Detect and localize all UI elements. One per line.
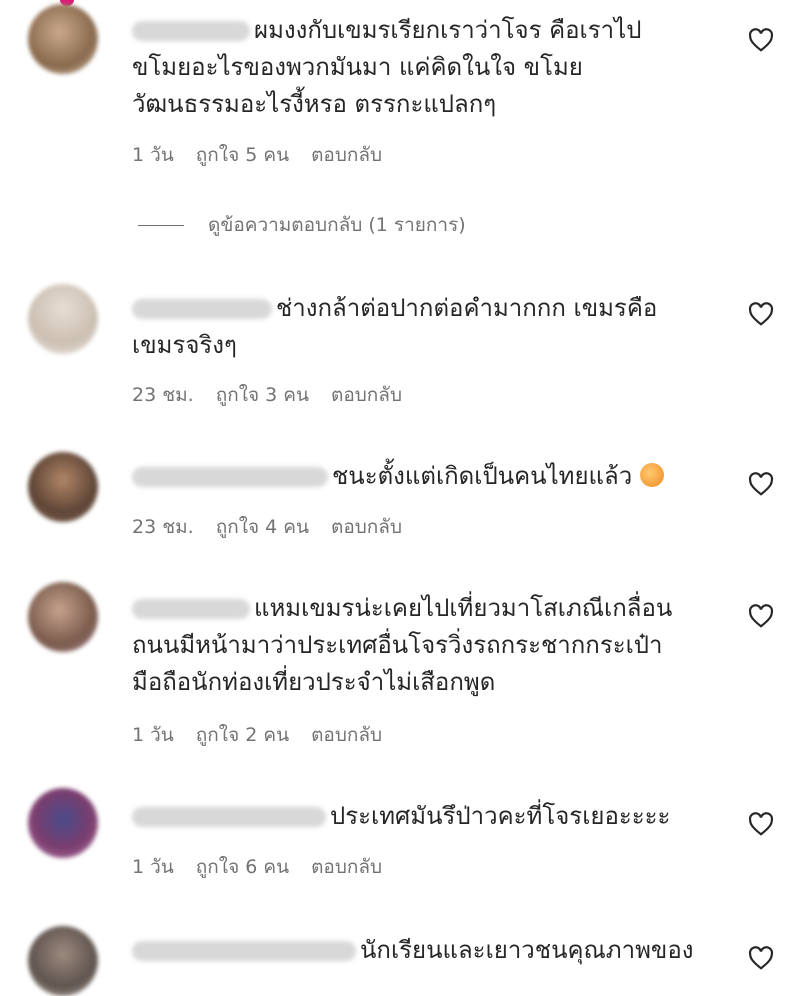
comment-likes[interactable]: ถูกใจ 2 คน bbox=[196, 720, 289, 750]
comment-meta: 1 วัน ถูกใจ 5 คน ตอบกลับ bbox=[132, 140, 382, 170]
comment-body: นักเรียนและเยาวชนคุณภาพของ bbox=[360, 936, 694, 964]
comment-text: ประเทศมันรึป่าวคะที่โจรเยอะะะะ bbox=[132, 798, 712, 835]
avatar[interactable] bbox=[28, 452, 98, 522]
heart-outline-icon[interactable] bbox=[748, 472, 774, 496]
reply-button[interactable]: ตอบกลับ bbox=[311, 852, 382, 882]
divider-line bbox=[138, 224, 184, 226]
comment-text: แหมเขมรน่ะเคยไปเที่ยวมาโสเภณีเกลื่อน ถนน… bbox=[132, 590, 712, 701]
comment-time: 1 วัน bbox=[132, 144, 174, 166]
avatar[interactable] bbox=[28, 582, 98, 652]
reply-button[interactable]: ตอบกลับ bbox=[331, 512, 402, 542]
comment-time: 23 ชม. bbox=[132, 384, 194, 406]
avatar[interactable] bbox=[28, 4, 98, 74]
comment-likes[interactable]: ถูกใจ 3 คน bbox=[216, 380, 309, 410]
comment-meta: 23 ชม. ถูกใจ 3 คน ตอบกลับ bbox=[132, 380, 402, 410]
reply-button[interactable]: ตอบกลับ bbox=[331, 380, 402, 410]
heart-outline-icon[interactable] bbox=[748, 302, 774, 326]
comment-text: นักเรียนและเยาวชนคุณภาพของ bbox=[132, 932, 712, 969]
heart-outline-icon[interactable] bbox=[748, 28, 774, 52]
avatar[interactable] bbox=[28, 788, 98, 858]
comment-likes[interactable]: ถูกใจ 6 คน bbox=[196, 852, 289, 882]
view-replies-button[interactable]: ดูข้อความตอบกลับ (1 รายการ) bbox=[138, 210, 466, 240]
comment-meta: 1 วัน ถูกใจ 6 คน ตอบกลับ bbox=[132, 852, 382, 882]
comment-meta: 1 วัน ถูกใจ 2 คน ตอบกลับ bbox=[132, 720, 382, 750]
comment-time: 23 ชม. bbox=[132, 516, 194, 538]
heart-outline-icon[interactable] bbox=[748, 946, 774, 970]
heart-outline-icon[interactable] bbox=[748, 812, 774, 836]
username-blurred[interactable] bbox=[132, 599, 250, 619]
comment-time: 1 วัน bbox=[132, 724, 174, 746]
username-blurred[interactable] bbox=[132, 299, 272, 319]
reply-button[interactable]: ตอบกลับ bbox=[311, 140, 382, 170]
comment-body: ประเทศมันรึป่าวคะที่โจรเยอะะะะ bbox=[330, 802, 671, 830]
comment-text: ช่างกล้าต่อปากต่อคำมากกก เขมรคือ เขมรจริ… bbox=[132, 290, 712, 364]
heart-outline-icon[interactable] bbox=[748, 604, 774, 628]
comment-likes[interactable]: ถูกใจ 5 คน bbox=[196, 140, 289, 170]
comment-body: ชนะตั้งแต่เกิดเป็นคนไทยแล้ว bbox=[332, 462, 633, 490]
username-blurred[interactable] bbox=[132, 467, 328, 487]
username-blurred[interactable] bbox=[132, 21, 250, 41]
comment-likes[interactable]: ถูกใจ 4 คน bbox=[216, 512, 309, 542]
comment-meta: 23 ชม. ถูกใจ 4 คน ตอบกลับ bbox=[132, 512, 402, 542]
username-blurred[interactable] bbox=[132, 941, 356, 961]
reply-button[interactable]: ตอบกลับ bbox=[311, 720, 382, 750]
comment-text: ชนะตั้งแต่เกิดเป็นคนไทยแล้ว bbox=[132, 458, 712, 495]
avatar[interactable] bbox=[28, 284, 98, 354]
comment-time: 1 วัน bbox=[132, 856, 174, 878]
username-blurred[interactable] bbox=[132, 807, 326, 827]
avatar[interactable] bbox=[28, 926, 98, 996]
comment-text: ผมงงกับเขมรเรียกเราว่าโจร คือเราไป ขโมยอ… bbox=[132, 12, 712, 123]
laughing-emoji-icon bbox=[640, 463, 665, 487]
view-replies-label: ดูข้อความตอบกลับ (1 รายการ) bbox=[208, 214, 466, 236]
